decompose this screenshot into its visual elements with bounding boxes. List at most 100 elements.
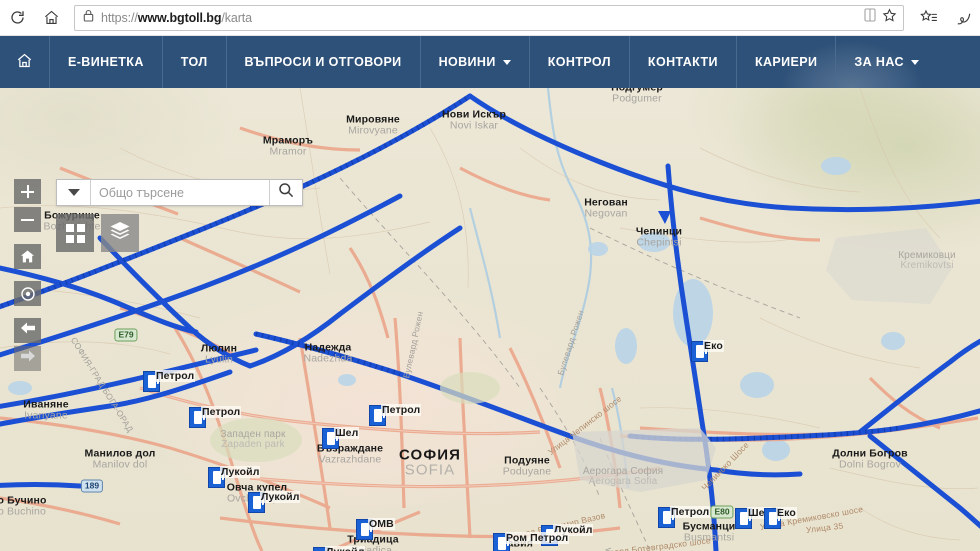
plus-icon (21, 185, 34, 198)
lock-icon (83, 9, 94, 27)
place-label-airport: Аерогара София Aerogara Sofia (582, 465, 664, 487)
star-icon[interactable] (882, 7, 897, 28)
browser-window: https://www.bgtoll.bg/karta Е-ВИНЕТКА ТО… (0, 0, 980, 551)
search-input[interactable] (91, 180, 269, 205)
nav-careers[interactable]: КАРИЕРИ (737, 36, 837, 88)
marker-label: Петрол (201, 406, 242, 418)
nav-label: ВЪПРОСИ И ОТГОВОРИ (244, 55, 402, 69)
nav-home[interactable] (0, 36, 50, 88)
map-marker-fuel-station[interactable]: Петрол (189, 406, 242, 428)
marker-label: OMB (368, 518, 395, 530)
place-label: Мраморъ Mramor (262, 134, 314, 157)
nav-label: КОНТАКТИ (647, 55, 718, 69)
map-marker-fuel-station[interactable]: Шел (735, 507, 773, 529)
nav-evinetka[interactable]: Е-ВИНЕТКА (50, 36, 163, 88)
browser-toolbar: https://www.bgtoll.bg/karta (0, 0, 980, 36)
marker-label: Лукойл (260, 491, 301, 503)
reader-view-icon[interactable] (864, 8, 876, 27)
map-marker-fuel-station[interactable]: Ром Петрол (493, 532, 570, 551)
map-marker-fuel-station[interactable]: Шел (322, 427, 360, 449)
place-label: Надежда Nadezhda (303, 341, 353, 364)
map-marker-fuel-station[interactable]: Лукойл (313, 546, 366, 551)
search-type-dropdown[interactable] (57, 180, 91, 205)
marker-label: Петрол (670, 506, 711, 518)
place-label: Нови Искър Novi Iskar (441, 108, 507, 131)
marker-label: Лукойл (325, 546, 366, 551)
layer-list-button[interactable] (101, 214, 139, 252)
nav-about[interactable]: ЗА НАС (836, 36, 937, 88)
nav-label: ТОЛ (180, 55, 208, 69)
marker-label: Лукойл (220, 466, 261, 478)
place-label: Долни Богров Dolni Bogrov (832, 447, 908, 470)
zoom-out-button[interactable] (14, 207, 41, 232)
map-control-stack (14, 179, 41, 371)
place-label: о Бучино o Buchino (0, 494, 47, 517)
marker-label: Еко (703, 340, 724, 352)
home-icon (16, 52, 33, 72)
place-label: ПодгумерPodgumer (611, 88, 663, 104)
nav-control[interactable]: КОНТРОЛ (530, 36, 630, 88)
place-label: Негован Negovan (584, 196, 628, 219)
reload-icon[interactable] (0, 3, 34, 33)
map-marker-fuel-station[interactable]: Петрол (369, 404, 422, 426)
minus-icon (21, 213, 34, 226)
map-marker-fuel-station[interactable]: Еко (691, 340, 724, 362)
home-icon[interactable] (34, 3, 68, 33)
nav-contacts[interactable]: КОНТАКТИ (630, 36, 737, 88)
locate-button[interactable] (14, 281, 41, 306)
search-icon (278, 182, 294, 203)
address-bar[interactable]: https://www.bgtoll.bg/karta (74, 4, 904, 31)
site-navbar: Е-ВИНЕТКА ТОЛ ВЪПРОСИ И ОТГОВОРИ НОВИНИ … (0, 36, 980, 88)
layers-icon (109, 221, 131, 246)
chevron-down-icon (502, 59, 511, 65)
default-extent-button[interactable] (14, 244, 41, 269)
place-label: Подуяне Poduyane (502, 454, 552, 477)
url-scheme: https:// (101, 10, 138, 25)
previous-extent-button[interactable] (14, 318, 41, 343)
nav-faq[interactable]: ВЪПРОСИ И ОТГОВОРИ (227, 36, 421, 88)
place-label: Кремиковци Kremikovtsi (898, 249, 956, 271)
route-shield: E79 (114, 328, 138, 342)
map-marker-fuel-station[interactable]: Лукойл (208, 466, 261, 488)
map-marker-fuel-station[interactable]: Еко (764, 507, 797, 529)
arrow-left-icon (20, 321, 36, 340)
map-search-bar (56, 179, 303, 206)
nav-tol[interactable]: ТОЛ (163, 36, 227, 88)
place-label: Люлин Lyulin (200, 342, 238, 365)
nav-label: КАРИЕРИ (754, 55, 818, 69)
marker-label: Еко (776, 507, 797, 519)
pen-icon[interactable] (946, 3, 980, 33)
marker-label: Петрол (155, 370, 196, 382)
map-canvas[interactable]: Мраморъ Mramor Мировяне Mirovyane Нови Иск… (0, 88, 980, 551)
grid-icon (65, 223, 85, 243)
collections-icon[interactable] (912, 3, 946, 33)
map-marker-fuel-station[interactable]: Петрол (143, 370, 196, 392)
place-label: Мировяне Mirovyane (346, 113, 400, 136)
url-text: https://www.bgtoll.bg/karta (101, 11, 858, 25)
chevron-down-icon (67, 189, 80, 196)
map-marker-fuel-station[interactable]: Петрол (658, 506, 711, 528)
next-extent-button[interactable] (14, 346, 41, 371)
map-marker-fuel-station[interactable]: OMB (356, 518, 395, 540)
basemap-gallery-button[interactable] (56, 214, 94, 252)
home-icon (20, 249, 35, 264)
map-tool-row (56, 214, 139, 252)
nav-label: ЗА НАС (854, 55, 904, 69)
route-shield: E80 (710, 505, 734, 519)
place-label: Манилов дол Manilov dol (84, 447, 156, 470)
nav-news[interactable]: НОВИНИ (421, 36, 530, 88)
place-label-capital: СОФИЯ SOFIA (399, 446, 461, 479)
place-label: Иваняне Ivanyane (23, 398, 69, 421)
map-marker-fuel-station[interactable]: Лукойл (248, 491, 301, 513)
search-button[interactable] (269, 180, 302, 205)
nav-label: Е-ВИНЕТКА (68, 55, 144, 69)
marker-label: Шел (334, 427, 360, 439)
zoom-in-button[interactable] (14, 179, 41, 204)
nav-label: КОНТРОЛ (547, 55, 611, 69)
marker-label: Ром Петрол (505, 532, 570, 544)
marker-label: Петрол (381, 404, 422, 416)
chevron-down-icon (910, 59, 919, 65)
map-vector-layer (0, 88, 980, 551)
nav-label: НОВИНИ (438, 55, 496, 69)
locate-icon (20, 286, 36, 302)
